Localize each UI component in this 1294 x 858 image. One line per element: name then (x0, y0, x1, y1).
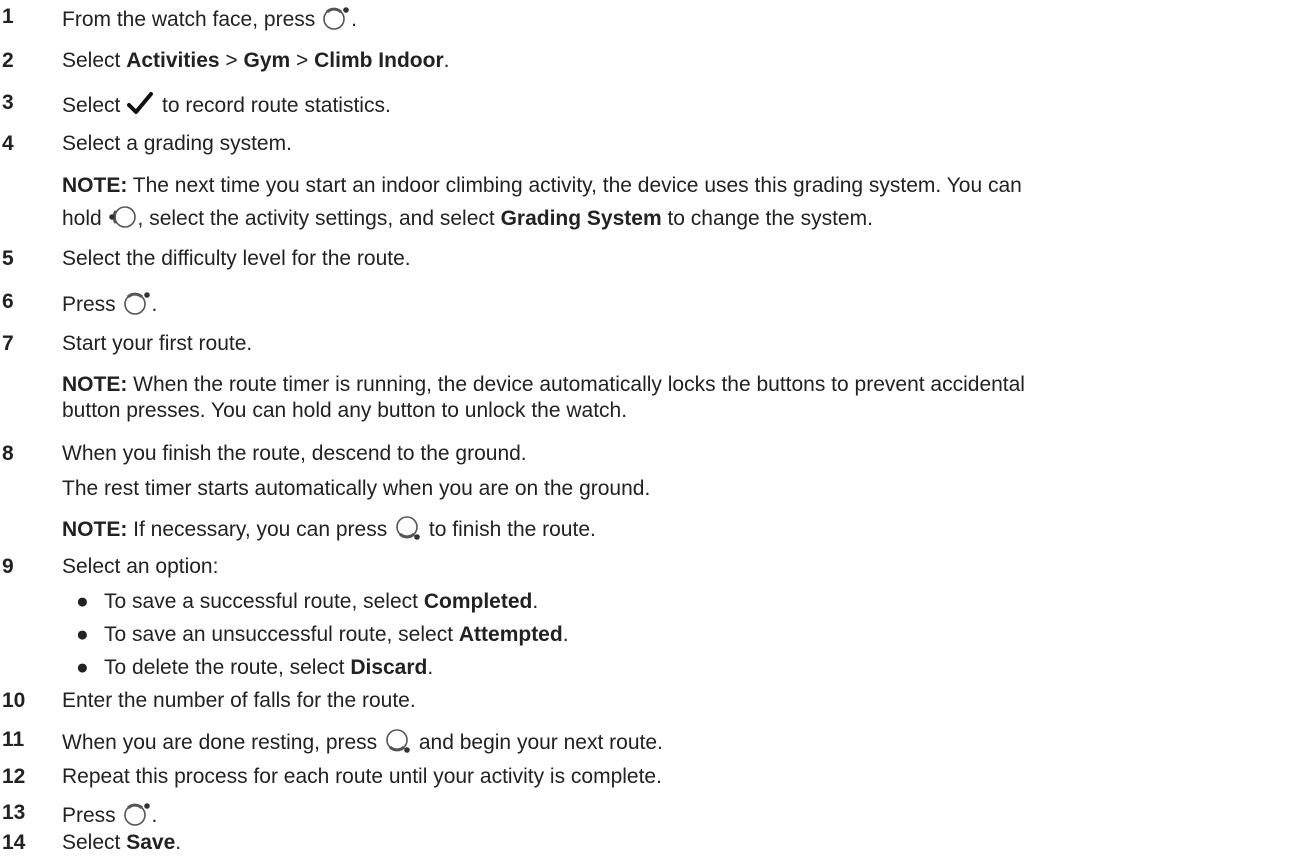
step-number: 8 (2, 442, 14, 465)
step-number: 10 (2, 689, 26, 712)
step-number: 14 (2, 831, 26, 854)
step-text: From the watch face, press (62, 8, 322, 31)
step-number: 5 (2, 247, 14, 270)
start-stop-button-icon (122, 289, 152, 317)
step-number: 11 (2, 728, 25, 751)
step-number: 9 (2, 555, 14, 578)
note-label: NOTE: (62, 174, 128, 197)
step-number: 1 (2, 5, 14, 28)
instruction-document: 1 From the watch face, press . 2 Select … (2, 4, 1025, 854)
note-label: NOTE: (62, 518, 128, 541)
step-number: 2 (2, 49, 14, 72)
menu-button-icon (108, 203, 138, 231)
start-stop-button-icon (321, 4, 351, 32)
step-number: 6 (2, 290, 14, 313)
checkmark-icon (126, 90, 156, 118)
bullet: ● (76, 656, 89, 679)
back-lap-button-icon (393, 514, 423, 542)
step-number: 3 (2, 91, 14, 114)
step-number: 4 (2, 132, 14, 155)
step-number: 7 (2, 332, 14, 355)
note-label: NOTE: (62, 373, 128, 396)
start-stop-button-icon (122, 800, 152, 828)
bullet: ● (76, 623, 89, 646)
step-number: 13 (2, 801, 26, 824)
step-number: 12 (2, 765, 26, 788)
bullet: ● (76, 590, 89, 613)
back-lap-button-icon (383, 727, 413, 755)
